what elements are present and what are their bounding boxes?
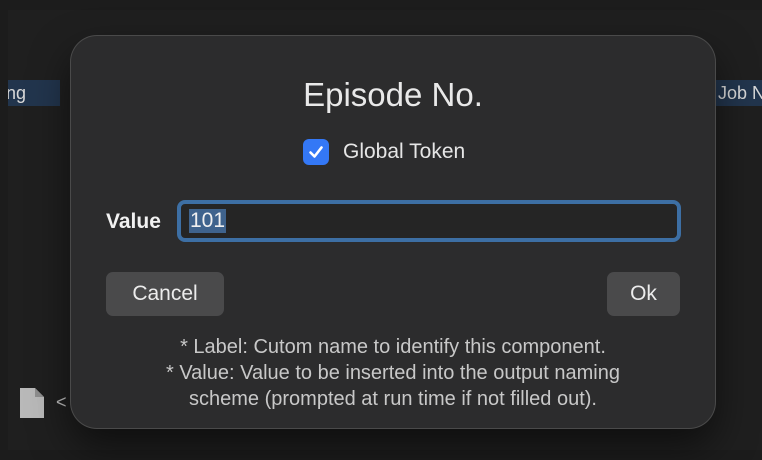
help-text: * Label: Cutom name to identify this com… (91, 334, 695, 412)
document-icon (20, 388, 44, 418)
background-token-left[interactable]: ng (8, 80, 60, 106)
background-token-left-label: ng (8, 83, 27, 103)
help-line-value-cont: scheme (prompted at run time if not fill… (189, 388, 597, 410)
checkmark-icon (309, 146, 323, 158)
value-input[interactable]: 101 (177, 200, 681, 242)
token-dialog: Episode No. Global Token Value 101 Cance… (71, 36, 715, 428)
global-token-row[interactable]: Global Token (303, 138, 465, 166)
global-token-checkbox[interactable] (303, 139, 329, 165)
cancel-button[interactable]: Cancel (106, 272, 224, 316)
value-input-text: 101 (189, 209, 227, 233)
help-line-value: * Value: Value to be inserted into the o… (165, 362, 620, 384)
dialog-title: Episode No. (303, 76, 483, 113)
background-file-item: < (18, 388, 78, 418)
background-token-right[interactable]: Job N (712, 80, 762, 106)
ok-button[interactable]: Ok (607, 272, 680, 316)
help-line-label: * Label: Cutom name to identify this com… (180, 336, 606, 358)
global-token-label: Global Token (343, 140, 466, 163)
background-token-right-label: Job N (718, 83, 762, 103)
background-file-label: < (56, 392, 67, 412)
value-label: Value (106, 210, 161, 233)
